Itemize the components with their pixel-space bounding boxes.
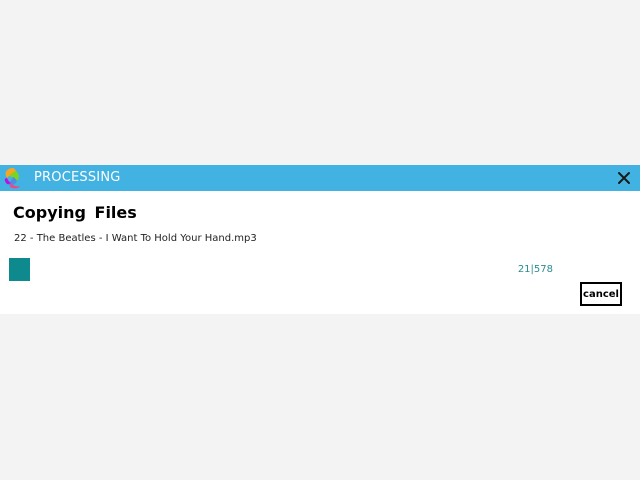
progress-bar — [9, 258, 594, 281]
window-title: PROCESSING — [34, 170, 121, 185]
dialog-heading: Copying Files — [13, 203, 137, 222]
title-bar: PROCESSING — [0, 165, 640, 191]
progress-bar-fill — [9, 258, 30, 281]
current-file-name: 22 - The Beatles - I Want To Hold Your H… — [14, 233, 257, 244]
cancel-button[interactable]: cancel — [580, 282, 622, 306]
processing-dialog: PROCESSING Copying Files 22 - The Beatle… — [0, 165, 640, 314]
progress-count: 21|578 — [517, 264, 553, 275]
app-logo-icon — [4, 168, 20, 189]
close-icon[interactable] — [614, 168, 634, 188]
